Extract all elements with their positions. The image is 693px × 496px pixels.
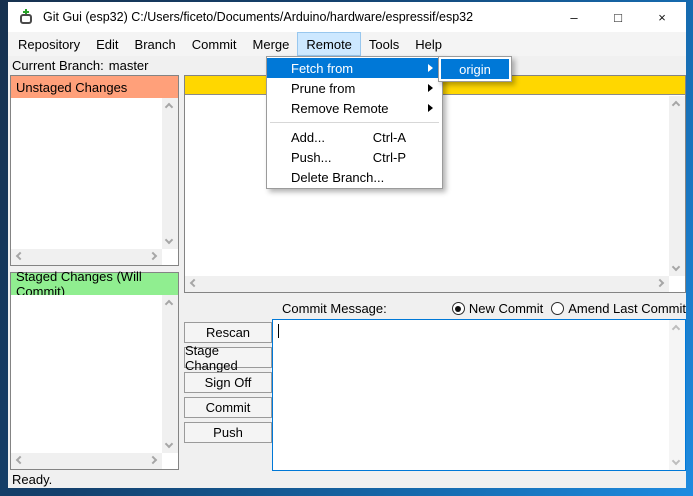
menu-item-fetch-from[interactable]: Fetch from xyxy=(267,58,442,78)
unstaged-changes-header: Unstaged Changes xyxy=(11,76,178,98)
scroll-left-icon xyxy=(16,252,24,260)
scroll-down-icon xyxy=(672,263,680,271)
diff-horizontal-scrollbar[interactable] xyxy=(185,276,669,292)
commit-button[interactable]: Commit xyxy=(184,397,272,418)
submenu-arrow-icon xyxy=(428,84,433,92)
radio-new-commit-label: New Commit xyxy=(469,301,543,316)
menu-item-label: Delete Branch... xyxy=(291,170,384,185)
minimize-icon: – xyxy=(570,10,577,25)
menu-branch[interactable]: Branch xyxy=(127,32,184,56)
radio-new-commit[interactable]: New Commit xyxy=(452,301,543,316)
commit-type-radios: New Commit Amend Last Commit xyxy=(452,301,686,316)
menu-separator xyxy=(270,122,439,123)
scroll-down-icon xyxy=(165,440,173,448)
unstaged-file-list[interactable] xyxy=(11,98,162,249)
status-text: Ready. xyxy=(12,472,52,487)
menu-repository[interactable]: Repository xyxy=(10,32,88,56)
close-icon: × xyxy=(658,10,666,25)
scroll-up-icon xyxy=(672,101,680,109)
menu-item-delete-branch[interactable]: Delete Branch... xyxy=(267,167,442,187)
menu-item-label: Add... xyxy=(291,130,325,145)
staged-file-list[interactable] xyxy=(11,295,162,453)
radio-unselected-icon xyxy=(551,302,564,315)
menu-shortcut: Ctrl-A xyxy=(373,130,406,145)
staged-changes-header: Staged Changes (Will Commit) xyxy=(11,273,178,295)
scroll-down-icon xyxy=(672,457,680,465)
current-branch-value: master xyxy=(109,58,149,73)
menu-item-label: Remove Remote xyxy=(291,101,389,116)
menu-item-remove-remote[interactable]: Remove Remote xyxy=(267,98,442,118)
staged-vertical-scrollbar[interactable] xyxy=(162,295,178,453)
menu-item-label: Fetch from xyxy=(291,61,353,76)
unstaged-horizontal-scrollbar[interactable] xyxy=(11,249,162,265)
menu-edit[interactable]: Edit xyxy=(88,32,126,56)
unstaged-changes-panel: Unstaged Changes xyxy=(10,75,179,266)
scroll-up-icon xyxy=(165,300,173,308)
stage-changed-button[interactable]: Stage Changed xyxy=(184,347,272,368)
text-cursor xyxy=(278,324,279,338)
commit-message-scrollbar[interactable] xyxy=(669,320,685,470)
menu-item-label: Push... xyxy=(291,150,331,165)
radio-amend-last-commit[interactable]: Amend Last Commit xyxy=(551,301,686,316)
window-controls: – □ × xyxy=(552,2,686,32)
menu-item-origin[interactable]: origin xyxy=(441,59,509,79)
scroll-left-icon xyxy=(190,279,198,287)
push-button[interactable]: Push xyxy=(184,422,272,443)
menu-item-prune-from[interactable]: Prune from xyxy=(267,78,442,98)
maximize-icon: □ xyxy=(614,10,622,25)
scroll-left-icon xyxy=(16,456,24,464)
scroll-right-icon xyxy=(656,279,664,287)
scroll-up-icon xyxy=(165,103,173,111)
unstaged-vertical-scrollbar[interactable] xyxy=(162,98,178,249)
radio-amend-label: Amend Last Commit xyxy=(568,301,686,316)
commit-message-header: Commit Message: New Commit Amend Last Co… xyxy=(272,299,686,318)
menu-remote[interactable]: Remote xyxy=(297,32,361,56)
menu-item-push[interactable]: Push... Ctrl-P xyxy=(267,147,442,167)
scroll-right-icon xyxy=(149,456,157,464)
radio-selected-icon xyxy=(452,302,465,315)
minimize-button[interactable]: – xyxy=(552,2,596,32)
staged-horizontal-scrollbar[interactable] xyxy=(11,453,162,469)
menu-item-add[interactable]: Add... Ctrl-A xyxy=(267,127,442,147)
submenu-arrow-icon xyxy=(428,64,433,72)
diff-vertical-scrollbar[interactable] xyxy=(669,96,685,276)
sign-off-button[interactable]: Sign Off xyxy=(184,372,272,393)
menu-shortcut: Ctrl-P xyxy=(373,150,406,165)
menu-item-label: Prune from xyxy=(291,81,355,96)
close-button[interactable]: × xyxy=(640,2,684,32)
scroll-up-icon xyxy=(672,325,680,333)
scroll-right-icon xyxy=(149,252,157,260)
remote-menu-popup: Fetch from Prune from Remove Remote Add.… xyxy=(266,56,443,189)
rescan-button[interactable]: Rescan xyxy=(184,322,272,343)
titlebar[interactable]: Git Gui (esp32) C:/Users/ficeto/Document… xyxy=(8,2,686,32)
git-gui-window: Git Gui (esp32) C:/Users/ficeto/Document… xyxy=(0,0,693,496)
maximize-button[interactable]: □ xyxy=(596,2,640,32)
staged-changes-panel: Staged Changes (Will Commit) xyxy=(10,272,179,470)
scroll-down-icon xyxy=(165,236,173,244)
commit-message-input[interactable] xyxy=(272,319,686,471)
git-gui-icon xyxy=(19,9,34,25)
fetch-from-submenu: origin xyxy=(438,56,512,82)
menu-help[interactable]: Help xyxy=(407,32,450,56)
current-branch-label: Current Branch: xyxy=(12,58,104,73)
menu-merge[interactable]: Merge xyxy=(245,32,298,56)
commit-message-label: Commit Message: xyxy=(282,301,387,316)
menubar: Repository Edit Branch Commit Merge Remo… xyxy=(8,32,686,56)
menu-tools[interactable]: Tools xyxy=(361,32,407,56)
menu-commit[interactable]: Commit xyxy=(184,32,245,56)
status-bar: Ready. xyxy=(8,471,686,488)
window-title: Git Gui (esp32) C:/Users/ficeto/Document… xyxy=(43,10,473,24)
submenu-arrow-icon xyxy=(428,104,433,112)
